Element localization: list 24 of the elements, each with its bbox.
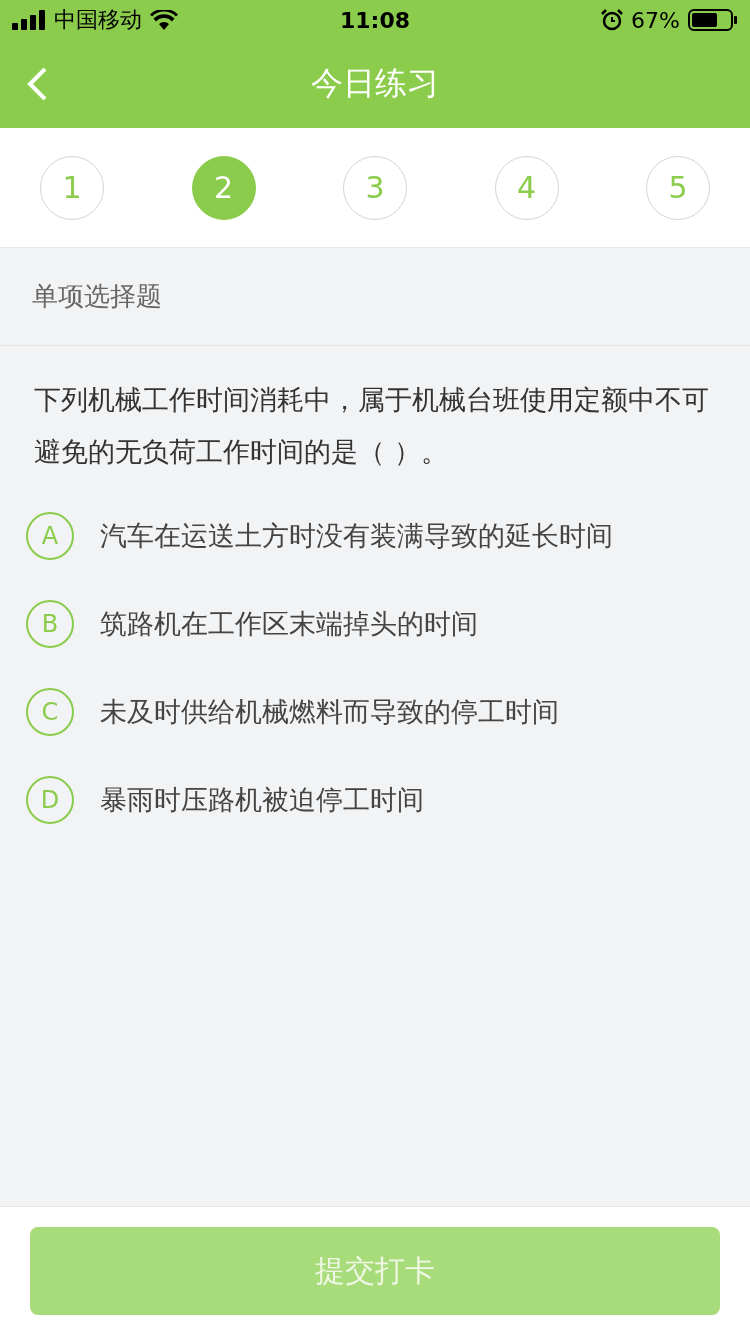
back-icon[interactable] [26, 66, 48, 102]
signal-icon [12, 10, 46, 30]
option-letter[interactable]: D [26, 776, 74, 824]
question-number[interactable]: 4 [494, 155, 559, 220]
status-time: 11:08 [340, 7, 410, 33]
section-title: 单项选择题 [32, 280, 162, 313]
wifi-icon [150, 10, 178, 30]
option-text[interactable]: 汽车在运送土方时没有装满导致的延长时间 [100, 518, 613, 554]
question-text: 下列机械工作时间消耗中，属于机械台班使用定额中不可避免的无负荷工作时间的是（ ）。 [33, 383, 710, 469]
question-number[interactable]: 1 [40, 155, 104, 220]
option-letter[interactable]: A [26, 512, 74, 560]
battery-percent: 67% [631, 7, 680, 33]
carrier-name: 中国移动 [54, 6, 142, 34]
option-text[interactable]: 未及时供给机械燃料而导致的停工时间 [100, 694, 559, 730]
option-text[interactable]: 筑路机在工作区末端掉头的时间 [100, 606, 478, 642]
option-letter[interactable]: C [26, 688, 74, 736]
page-title: 今日练习 [311, 63, 439, 104]
alarm-icon [601, 9, 624, 31]
question-number[interactable]: 3 [343, 155, 407, 220]
battery-icon [688, 9, 738, 31]
option-text[interactable]: 暴雨时压路机被迫停工时间 [100, 782, 424, 818]
question-number[interactable]: 5 [646, 155, 710, 220]
question-number[interactable]: 2 [191, 155, 256, 220]
option-letter[interactable]: B [26, 600, 74, 648]
